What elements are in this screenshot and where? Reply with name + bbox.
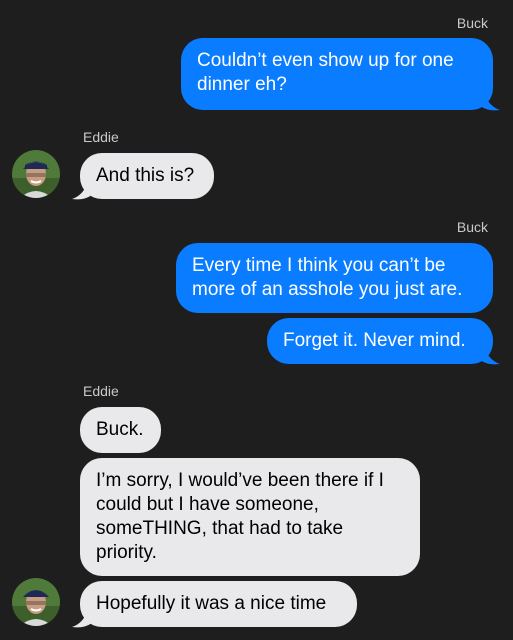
bubble-tail <box>478 92 500 111</box>
bubble-tail <box>478 346 500 365</box>
bubble-tail <box>72 609 94 628</box>
message-bubble[interactable]: And this is? <box>80 153 214 199</box>
bubble-tail <box>72 181 94 200</box>
message-bubble[interactable]: Couldn’t even show up for one dinner eh? <box>181 38 493 110</box>
contact-photo-icon <box>12 578 60 626</box>
message-text: Every time I think you can’t be more of … <box>192 255 463 300</box>
message-bubble[interactable]: Every time I think you can’t be more of … <box>176 243 493 313</box>
contact-photo-icon <box>12 150 60 198</box>
message-text: Forget it. Never mind. <box>283 330 466 351</box>
message-bubble[interactable]: Hopefully it was a nice time <box>80 581 357 627</box>
contact-avatar[interactable] <box>12 578 60 626</box>
message-text: And this is? <box>96 165 195 186</box>
message-bubble[interactable]: Buck. <box>80 407 161 453</box>
message-bubble[interactable]: Forget it. Never mind. <box>267 318 493 364</box>
message-text: Buck. <box>96 419 144 440</box>
message-bubble[interactable]: I’m sorry, I would’ve been there if I co… <box>80 458 420 576</box>
message-text: I’m sorry, I would’ve been there if I co… <box>96 470 384 563</box>
sender-name: Buck <box>456 15 488 31</box>
sender-name: Buck <box>456 219 488 235</box>
sender-name: Eddie <box>83 383 119 399</box>
message-text: Hopefully it was a nice time <box>96 593 327 614</box>
contact-avatar[interactable] <box>12 150 60 198</box>
message-text: Couldn’t even show up for one dinner eh? <box>197 50 454 95</box>
sender-name: Eddie <box>83 129 119 145</box>
conversation: { "colors": { "background": "#1e1e1e", "… <box>0 0 513 640</box>
